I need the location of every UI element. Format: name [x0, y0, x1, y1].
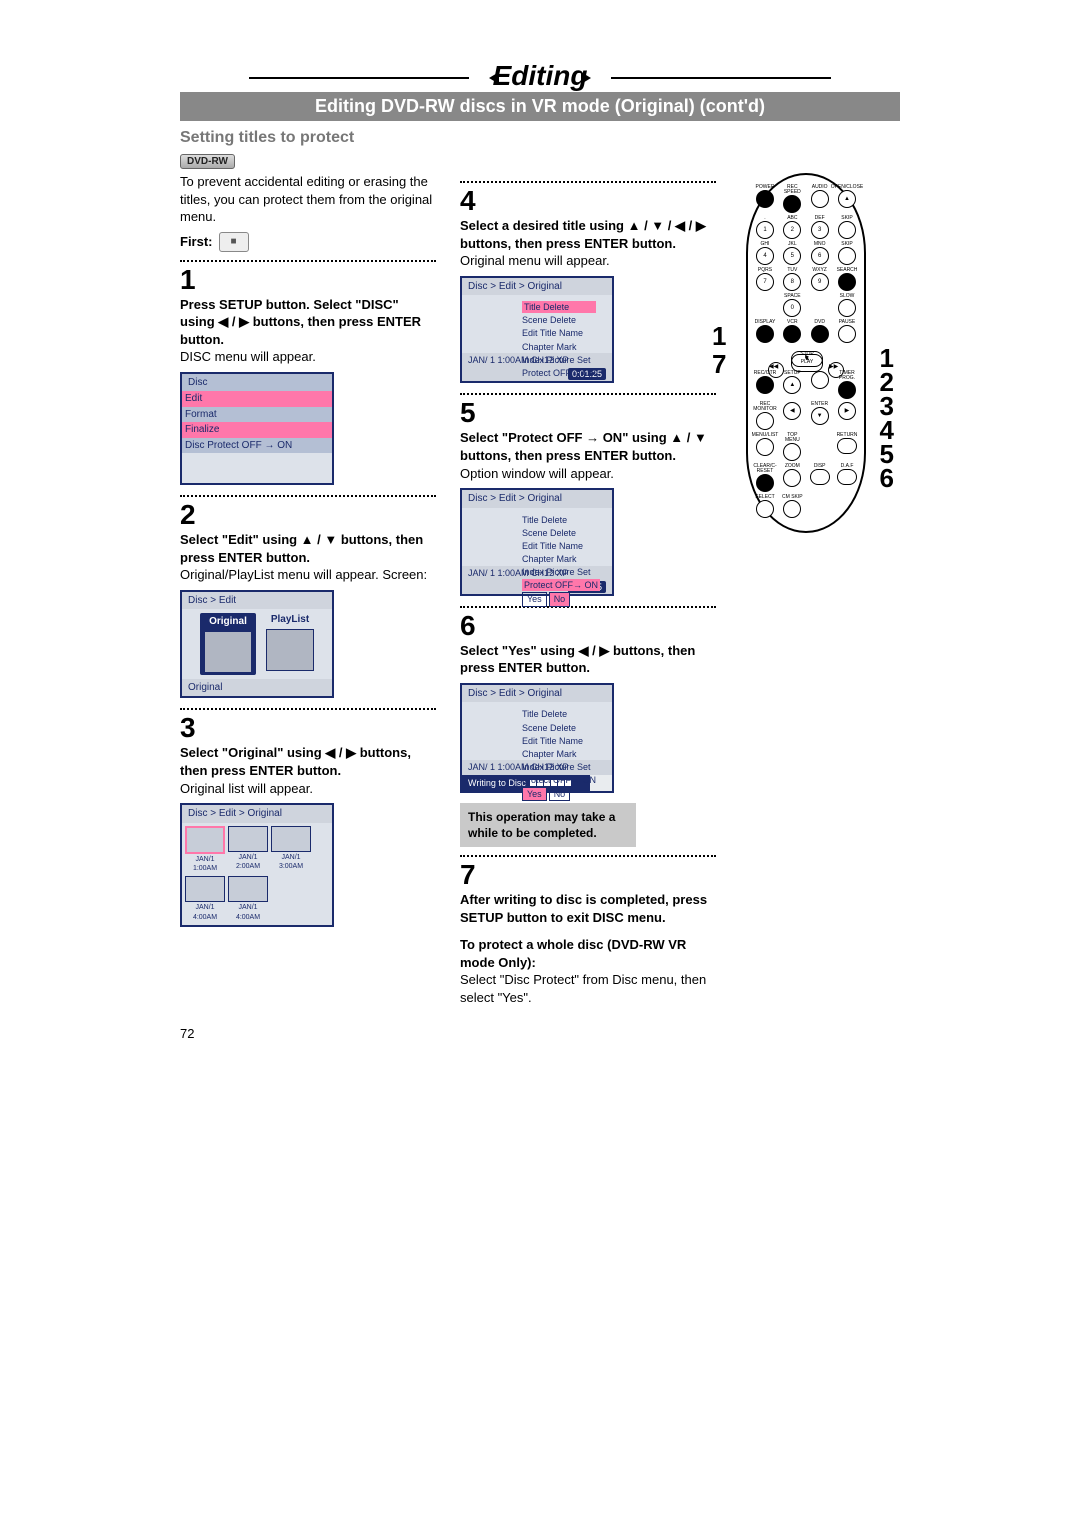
step-4-number: 4	[460, 187, 716, 215]
callout-left-1: 1	[712, 323, 726, 349]
setup-button-icon: ▲	[783, 376, 801, 394]
step-4-instruction: Select a desired title using ▲ / ▼ / ◀ /…	[460, 217, 716, 252]
key-7-icon: 7	[756, 273, 774, 291]
search-button-icon	[838, 273, 856, 291]
key-5-icon: 5	[783, 247, 801, 265]
step-5-number: 5	[460, 399, 716, 427]
callout-right-6: 6	[880, 465, 894, 491]
screen-disc-menu: Disc Edit Format Finalize Disc Protect O…	[180, 372, 334, 486]
callout-left-7: 7	[712, 351, 726, 377]
remote-diagram: POWER REC SPEED AUDIO OPEN/CLOSE▲ .1 ABC…	[746, 173, 866, 533]
disp-button-icon	[810, 469, 830, 485]
key-9-icon: 9	[811, 273, 829, 291]
step-6-instruction: Select "Yes" using ◀ / ▶ buttons, then p…	[460, 642, 716, 677]
right-button-icon: ▶	[838, 402, 856, 420]
page-title: Editing	[180, 60, 900, 92]
step-5-instruction: Select "Protect OFF → ON" using ▲ / ▼ bu…	[460, 429, 716, 464]
menu-list-button-icon	[756, 438, 774, 456]
rec-monitor-button-icon	[756, 412, 774, 430]
stop-icon	[219, 232, 249, 252]
step-1-number: 1	[180, 266, 436, 294]
skip-next-icon	[838, 247, 856, 265]
step-5-body: Option window will appear.	[460, 465, 716, 483]
whole-disc-heading: To protect a whole disc (DVD-RW VR mode …	[460, 936, 716, 971]
cm-skip-button-icon	[783, 500, 801, 518]
key-8-icon: 8	[783, 273, 801, 291]
skip-prev-icon	[838, 221, 856, 239]
slow-button-icon	[838, 299, 856, 317]
screen-edit-menu: Disc > Edit Original PlayList Original	[180, 590, 334, 699]
timer-prog-button-icon	[838, 381, 856, 399]
left-button-icon: ◀	[783, 402, 801, 420]
screen-original-menu-2: Disc > Edit > Original Title Delete Scen…	[460, 488, 614, 596]
page-subtitle: Editing DVD-RW discs in VR mode (Origina…	[180, 92, 900, 121]
return-button-icon	[837, 438, 857, 454]
daf-button-icon	[837, 469, 857, 485]
step-3-number: 3	[180, 714, 436, 742]
screen-original-list: Disc > Edit > Original JAN/1 1:00AM JAN/…	[180, 803, 334, 927]
key-0-icon: 0	[783, 299, 801, 317]
page-number: 72	[180, 1026, 900, 1041]
key-3-icon: 3	[811, 221, 829, 239]
screen-original-menu-1: Disc > Edit > Original Title Delete Scen…	[460, 276, 614, 384]
pause-button-icon	[838, 325, 856, 343]
power-button-icon	[756, 190, 774, 208]
step-4-body: Original menu will appear.	[460, 252, 716, 270]
first-label: First:	[180, 232, 436, 252]
key-4-icon: 4	[756, 247, 774, 265]
step-2-body: Original/PlayList menu will appear. Scre…	[180, 566, 436, 584]
zoom-button-icon	[783, 469, 801, 487]
step-1-instruction: Press SETUP button. Select "DISC" using …	[180, 296, 436, 349]
top-menu-button-icon	[783, 443, 801, 461]
step-2-number: 2	[180, 501, 436, 529]
section-title: Setting titles to protect	[180, 129, 900, 147]
whole-disc-body: Select "Disc Protect" from Disc menu, th…	[460, 971, 716, 1006]
rec-otr-button-icon	[756, 376, 774, 394]
step-3-body: Original list will appear.	[180, 780, 436, 798]
select-button-icon	[756, 500, 774, 518]
key-1-icon: 1	[756, 221, 774, 239]
step-3-instruction: Select "Original" using ◀ / ▶ buttons, t…	[180, 744, 436, 779]
enter-button-icon: ▼	[811, 407, 829, 425]
open-close-button-icon: ▲	[838, 190, 856, 208]
audio-button-icon	[811, 190, 829, 208]
dvd-button-icon	[811, 325, 829, 343]
screen-original-menu-3: Disc > Edit > Original Title Delete Scen…	[460, 683, 614, 793]
rec-speed-button-icon	[783, 195, 801, 213]
step-7-instruction: After writing to disc is completed, pres…	[460, 891, 716, 926]
step-6-number: 6	[460, 612, 716, 640]
clear-button-icon	[756, 474, 774, 492]
key-6-icon: 6	[811, 247, 829, 265]
display-button-icon	[756, 325, 774, 343]
intro-text: To prevent accidental editing or erasing…	[180, 173, 436, 226]
step-2-instruction: Select "Edit" using ▲ / ▼ buttons, then …	[180, 531, 436, 566]
dvd-rw-badge: DVD-RW	[180, 154, 235, 169]
key-2-icon: 2	[783, 221, 801, 239]
completion-note: This operation may take a while to be co…	[460, 803, 636, 847]
step-7-number: 7	[460, 861, 716, 889]
vcr-button-icon	[783, 325, 801, 343]
step-1-body: DISC menu will appear.	[180, 348, 436, 366]
dpad-icon: ▶PLAY STOP■ ◀◀ ▶▶	[766, 350, 846, 367]
